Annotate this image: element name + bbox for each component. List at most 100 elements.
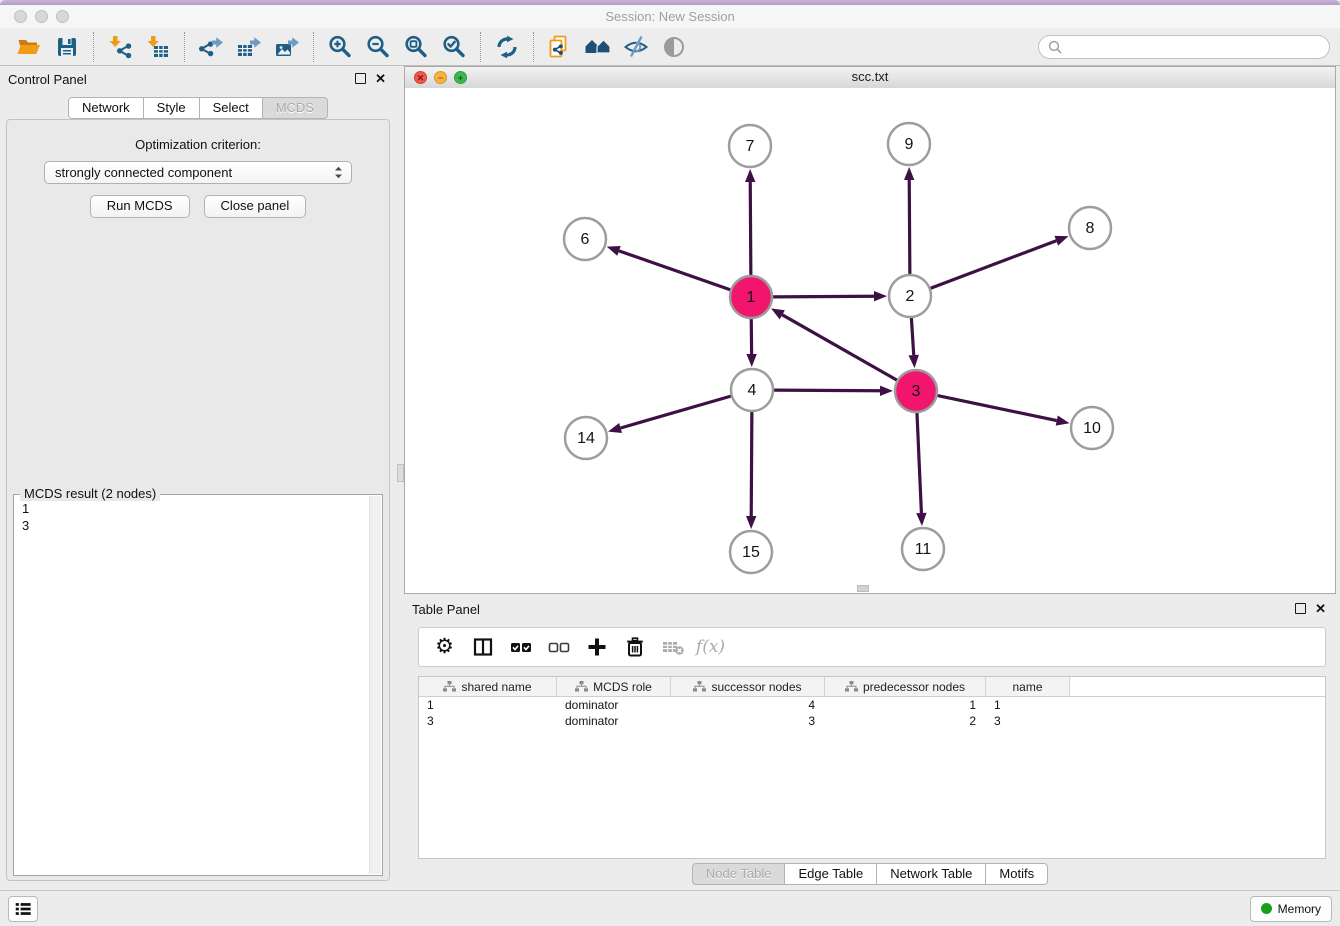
search-icon (1048, 40, 1062, 54)
create-column-button[interactable] (581, 631, 612, 663)
graph-edge-4-3[interactable] (774, 390, 880, 391)
minimize-view-button[interactable]: − (434, 71, 447, 84)
graph-edge-3-11[interactable] (917, 413, 921, 513)
table-cell[interactable]: 1 (986, 698, 1070, 712)
column-header-mcds-role[interactable]: MCDS role (557, 677, 671, 696)
table-cell[interactable]: 2 (825, 714, 986, 728)
tab-style[interactable]: Style (144, 97, 200, 119)
result-scrollbar-track[interactable] (369, 496, 381, 874)
first-neighbors-button[interactable] (579, 31, 617, 63)
graph-edge-arrowhead (607, 246, 621, 256)
apply-layout-button[interactable] (488, 31, 526, 63)
new-network-from-selection-button[interactable] (541, 31, 579, 63)
table-panel-window-buttons: ✕ (1295, 603, 1326, 614)
network-graph[interactable]: 7968124314101511 (405, 88, 1335, 593)
import-table-button[interactable] (139, 31, 177, 63)
graph-edge-3-1[interactable] (782, 315, 897, 380)
tab-mcds[interactable]: MCDS (263, 97, 328, 119)
float-panel-icon[interactable] (355, 73, 366, 84)
graph-edge-1-7[interactable] (750, 182, 751, 275)
attribute-type-icon (575, 681, 588, 692)
open-session-button[interactable] (10, 31, 48, 63)
optimization-criterion-select[interactable]: strongly connected component (44, 161, 352, 184)
toggle-column-panel-button[interactable] (467, 631, 498, 663)
graph-node-label-1: 1 (747, 289, 756, 306)
select-all-checkboxes-icon (509, 636, 533, 658)
graph-edge-4-15[interactable] (751, 412, 752, 516)
table-cell[interactable]: 1 (825, 698, 986, 712)
titlebar: Session: New Session (0, 5, 1340, 29)
network-canvas[interactable]: 7968124314101511 (405, 88, 1335, 593)
table-cell[interactable]: dominator (557, 698, 671, 712)
column-header-predecessor-nodes[interactable]: predecessor nodes (825, 677, 986, 696)
control-panel-title: Control Panel (8, 72, 87, 87)
export-image-button[interactable] (268, 31, 306, 63)
import-network-button[interactable] (101, 31, 139, 63)
mcds-panel-body: Optimization criterion: strongly connect… (6, 119, 390, 881)
close-view-button[interactable]: ✕ (414, 71, 427, 84)
cytoscape-window: { "window": { "title": "Session: New Ses… (0, 0, 1340, 926)
zoom-in-button[interactable] (321, 31, 359, 63)
tab-select[interactable]: Select (200, 97, 263, 119)
maximize-view-button[interactable]: + (454, 71, 467, 84)
tab-node-table[interactable]: Node Table (692, 863, 786, 885)
zoom-out-button[interactable] (359, 31, 397, 63)
hide-selected-button[interactable] (617, 31, 655, 63)
table-cell[interactable]: 3 (986, 714, 1070, 728)
tab-network-table[interactable]: Network Table (877, 863, 986, 885)
show-panel-list-button[interactable] (8, 896, 38, 922)
float-panel-icon[interactable] (1295, 603, 1306, 614)
close-panel-button[interactable]: Close panel (204, 195, 307, 218)
zoom-selected-icon (441, 34, 467, 60)
select-all-columns-button[interactable] (505, 631, 536, 663)
horizontal-splitter-grip[interactable] (857, 585, 869, 592)
graph-edge-4-14[interactable] (621, 396, 731, 428)
houses-icon (584, 34, 612, 60)
graph-edge-1-6[interactable] (619, 251, 730, 290)
export-table-button[interactable] (230, 31, 268, 63)
mcds-result-text[interactable]: 13 (22, 500, 366, 871)
search-input[interactable] (1068, 38, 1320, 55)
table-cell[interactable]: dominator (557, 714, 671, 728)
table-row[interactable]: 1dominator411 (419, 697, 1325, 713)
zoom-fit-button[interactable] (397, 31, 435, 63)
table-row[interactable]: 3dominator323 (419, 713, 1325, 729)
column-header-shared-name[interactable]: shared name (419, 677, 557, 696)
toolbar-separator (184, 32, 185, 62)
close-panel-icon[interactable]: ✕ (375, 73, 386, 84)
tab-motifs[interactable]: Motifs (986, 863, 1048, 885)
table-cell[interactable]: 1 (419, 698, 557, 712)
table-body: 1dominator4113dominator323 (419, 697, 1325, 729)
table-cell[interactable]: 3 (671, 714, 825, 728)
graph-edge-3-10[interactable] (938, 396, 1057, 421)
export-network-icon (198, 34, 224, 60)
graph-edge-arrowhead (1054, 236, 1068, 246)
export-network-button[interactable] (192, 31, 230, 63)
save-session-button[interactable] (48, 31, 86, 63)
vertical-splitter[interactable] (396, 66, 404, 890)
graph-edge-2-9[interactable] (909, 180, 910, 274)
table-cell[interactable]: 4 (671, 698, 825, 712)
tab-network[interactable]: Network (68, 97, 144, 119)
delete-column-button[interactable] (619, 631, 650, 663)
graph-edge-2-8[interactable] (931, 241, 1057, 289)
memory-button[interactable]: Memory (1250, 896, 1332, 922)
graph-node-label-4: 4 (748, 382, 757, 399)
network-window-titlebar[interactable]: ✕ − + scc.txt (405, 67, 1335, 89)
close-panel-icon[interactable]: ✕ (1315, 603, 1326, 614)
tab-edge-table[interactable]: Edge Table (785, 863, 877, 885)
column-header-successor-nodes[interactable]: successor nodes (671, 677, 825, 696)
graph-edge-1-2[interactable] (773, 296, 874, 297)
column-header-name[interactable]: name (986, 677, 1070, 696)
graph-edge-arrowhead (909, 355, 919, 368)
deselect-all-columns-button[interactable] (543, 631, 574, 663)
show-all-button[interactable] (655, 31, 693, 63)
splitter-grip[interactable] (397, 464, 404, 482)
graph-edge-arrowhead (608, 423, 622, 433)
table-cell[interactable]: 3 (419, 714, 557, 728)
graph-edge-2-3[interactable] (911, 318, 913, 355)
table-settings-button[interactable]: ⚙ (429, 631, 460, 663)
run-mcds-button[interactable]: Run MCDS (90, 195, 190, 218)
zoom-selected-button[interactable] (435, 31, 473, 63)
graph-node-label-2: 2 (906, 288, 915, 305)
